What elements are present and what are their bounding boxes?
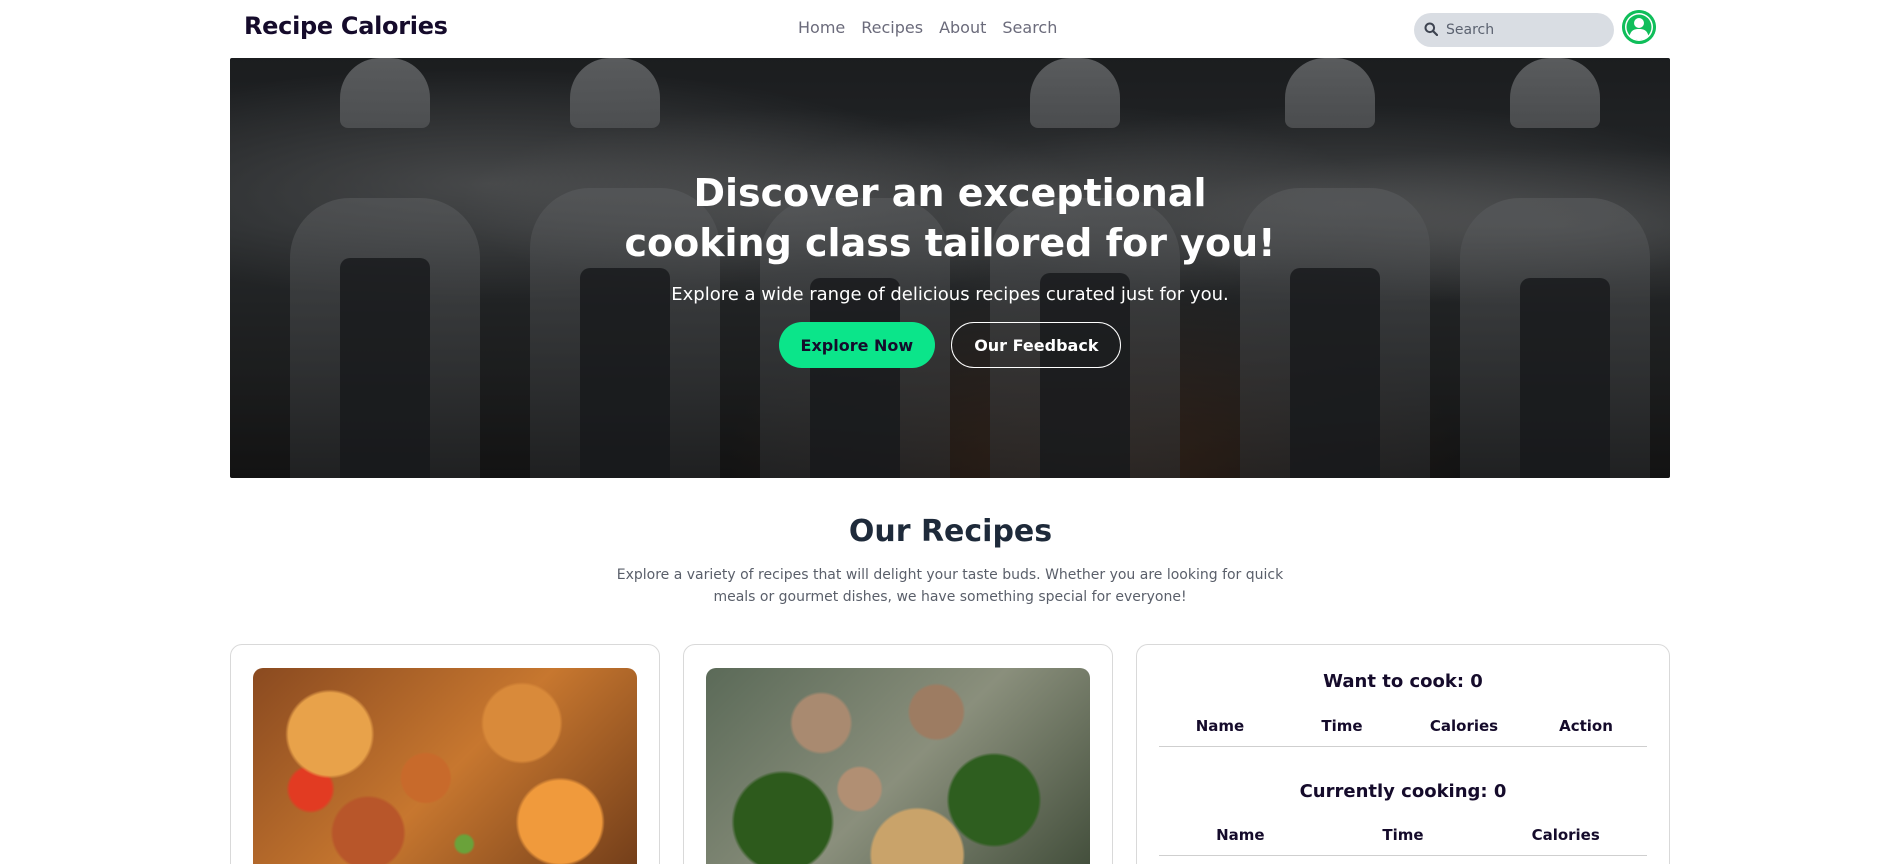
search-box[interactable] [1414,13,1614,47]
hero-subtitle: Explore a wide range of delicious recipe… [671,284,1229,305]
navbar: Recipe Calories Home Recipes About Searc… [230,0,1670,58]
user-avatar-icon[interactable] [1622,10,1656,44]
hero-overlay [230,58,1670,478]
nav-link-home[interactable]: Home [798,18,845,37]
main-nav: Home Recipes About Search [798,18,1073,37]
recipe-image [706,668,1090,864]
column-header: Name [1195,717,1245,735]
nav-link-about[interactable]: About [939,18,986,37]
explore-now-button[interactable]: Explore Now [778,322,936,368]
want-to-cook-heading: Want to cook: 0 [1323,671,1483,692]
hero-actions: Explore Now Our Feedback [230,322,1670,368]
currently-cooking-table-header: Name Time Calories [1159,826,1647,856]
want-to-cook-table-header: Name Time Calories Action [1159,717,1647,747]
column-header: Time [1321,717,1363,735]
column-header: Calories [1429,717,1499,735]
column-header: Action [1559,717,1613,735]
column-header: Name [1216,826,1265,844]
cooking-panel: Want to cook: 0 Name Time Calories Actio… [1136,644,1670,864]
recipe-card[interactable] [230,644,660,864]
recipe-card[interactable] [683,644,1113,864]
nav-link-search[interactable]: Search [1002,18,1057,37]
nav-link-recipes[interactable]: Recipes [861,18,923,37]
our-feedback-button[interactable]: Our Feedback [951,322,1122,368]
column-header: Calories [1531,826,1600,844]
column-header: Time [1382,826,1424,844]
currently-cooking-heading: Currently cooking: 0 [1299,781,1507,802]
hero-title: Discover an exceptional cooking class ta… [624,171,1276,265]
section-description: Explore a variety of recipes that will d… [616,567,1284,605]
brand-title[interactable]: Recipe Calories [244,12,448,40]
search-icon [1424,21,1439,40]
hero-banner: Discover an exceptional cooking class ta… [230,58,1670,478]
section-title: Our Recipes [848,514,1053,549]
recipe-image [253,668,637,864]
search-input[interactable] [1446,22,1606,38]
